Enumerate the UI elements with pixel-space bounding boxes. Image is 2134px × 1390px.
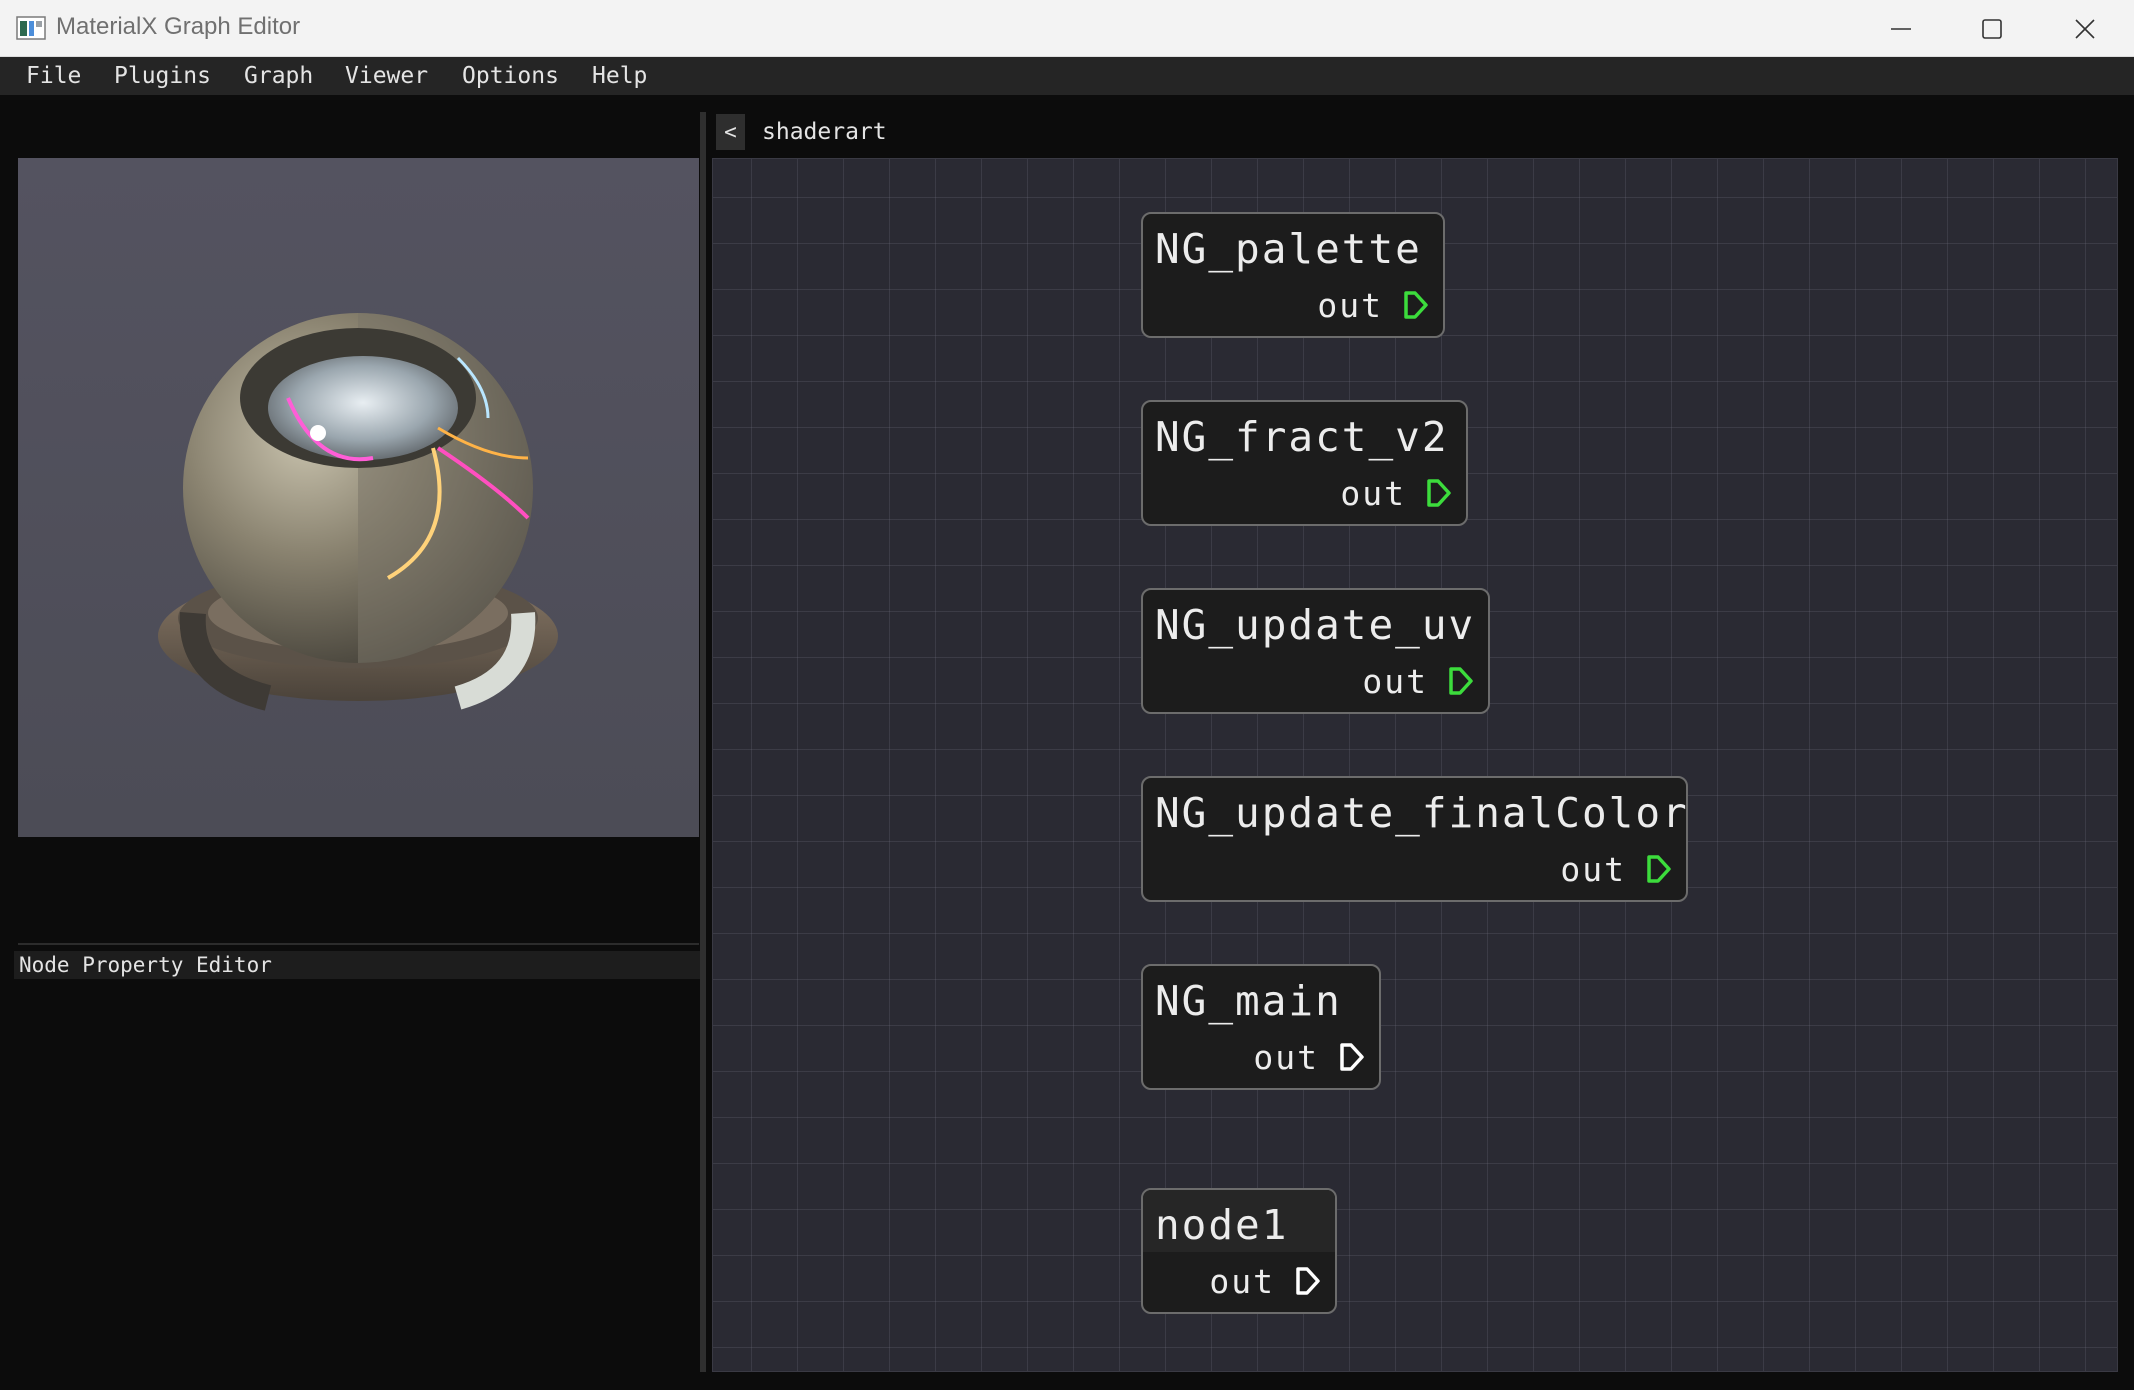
- close-icon: [2075, 19, 2095, 39]
- output-pin-icon[interactable]: [1339, 1042, 1365, 1072]
- horizontal-splitter[interactable]: [18, 943, 699, 945]
- graph-node[interactable]: NG_update_uv out: [1141, 588, 1490, 714]
- output-pin-icon[interactable]: [1448, 666, 1474, 696]
- menu-help[interactable]: Help: [584, 57, 655, 95]
- minimize-button[interactable]: [1856, 0, 1946, 57]
- menu-graph[interactable]: Graph: [236, 57, 321, 95]
- app-icon: [16, 16, 46, 40]
- graph-canvas[interactable]: [712, 158, 2118, 1372]
- node-output-label: out: [1209, 1262, 1275, 1301]
- graph-node[interactable]: NG_update_finalColor out: [1141, 776, 1688, 902]
- graph-node[interactable]: node1 out: [1141, 1188, 1337, 1314]
- output-pin-icon[interactable]: [1426, 478, 1452, 508]
- node-title: NG_update_finalColor: [1155, 789, 1689, 837]
- graph-node[interactable]: NG_palette out: [1141, 212, 1445, 338]
- output-pin-icon[interactable]: [1295, 1266, 1321, 1296]
- node-output-label: out: [1340, 474, 1406, 513]
- node-output-label: out: [1253, 1038, 1319, 1077]
- menu-file[interactable]: File: [18, 57, 89, 95]
- maximize-button[interactable]: [1947, 0, 2037, 57]
- window-title: MaterialX Graph Editor: [56, 13, 301, 40]
- node-output-label: out: [1317, 286, 1383, 325]
- node-output-label: out: [1560, 850, 1626, 889]
- node-property-editor-header: Node Property Editor: [14, 951, 700, 979]
- vertical-splitter[interactable]: [700, 112, 706, 1372]
- node-output-label: out: [1362, 662, 1428, 701]
- graph-node[interactable]: NG_main out: [1141, 964, 1381, 1090]
- maximize-icon: [1982, 19, 2002, 39]
- menu-options[interactable]: Options: [454, 57, 567, 95]
- back-button[interactable]: <: [716, 114, 745, 150]
- left-panel: Node Property Editor: [0, 95, 700, 1375]
- node-title: NG_fract_v2: [1155, 413, 1449, 461]
- menu-viewer[interactable]: Viewer: [337, 57, 436, 95]
- material-viewer[interactable]: [18, 158, 699, 837]
- node-title: node1: [1155, 1201, 1289, 1249]
- node-title: NG_main: [1155, 977, 1342, 1025]
- close-button[interactable]: [2040, 0, 2130, 57]
- graph-title: shaderart: [762, 119, 887, 145]
- node-title: NG_update_uv: [1155, 601, 1476, 649]
- node-title: NG_palette: [1155, 225, 1422, 273]
- graph-node[interactable]: NG_fract_v2 out: [1141, 400, 1468, 526]
- shader-ball-preview: [158, 313, 558, 711]
- output-pin-icon[interactable]: [1403, 290, 1429, 320]
- output-pin-icon[interactable]: [1646, 854, 1672, 884]
- menu-plugins[interactable]: Plugins: [106, 57, 219, 95]
- menu-bar: File Plugins Graph Viewer Options Help: [0, 57, 2134, 95]
- title-bar: MaterialX Graph Editor: [0, 0, 2134, 57]
- graph-tab-bar: [712, 112, 2122, 156]
- minimize-icon: [1891, 28, 1911, 30]
